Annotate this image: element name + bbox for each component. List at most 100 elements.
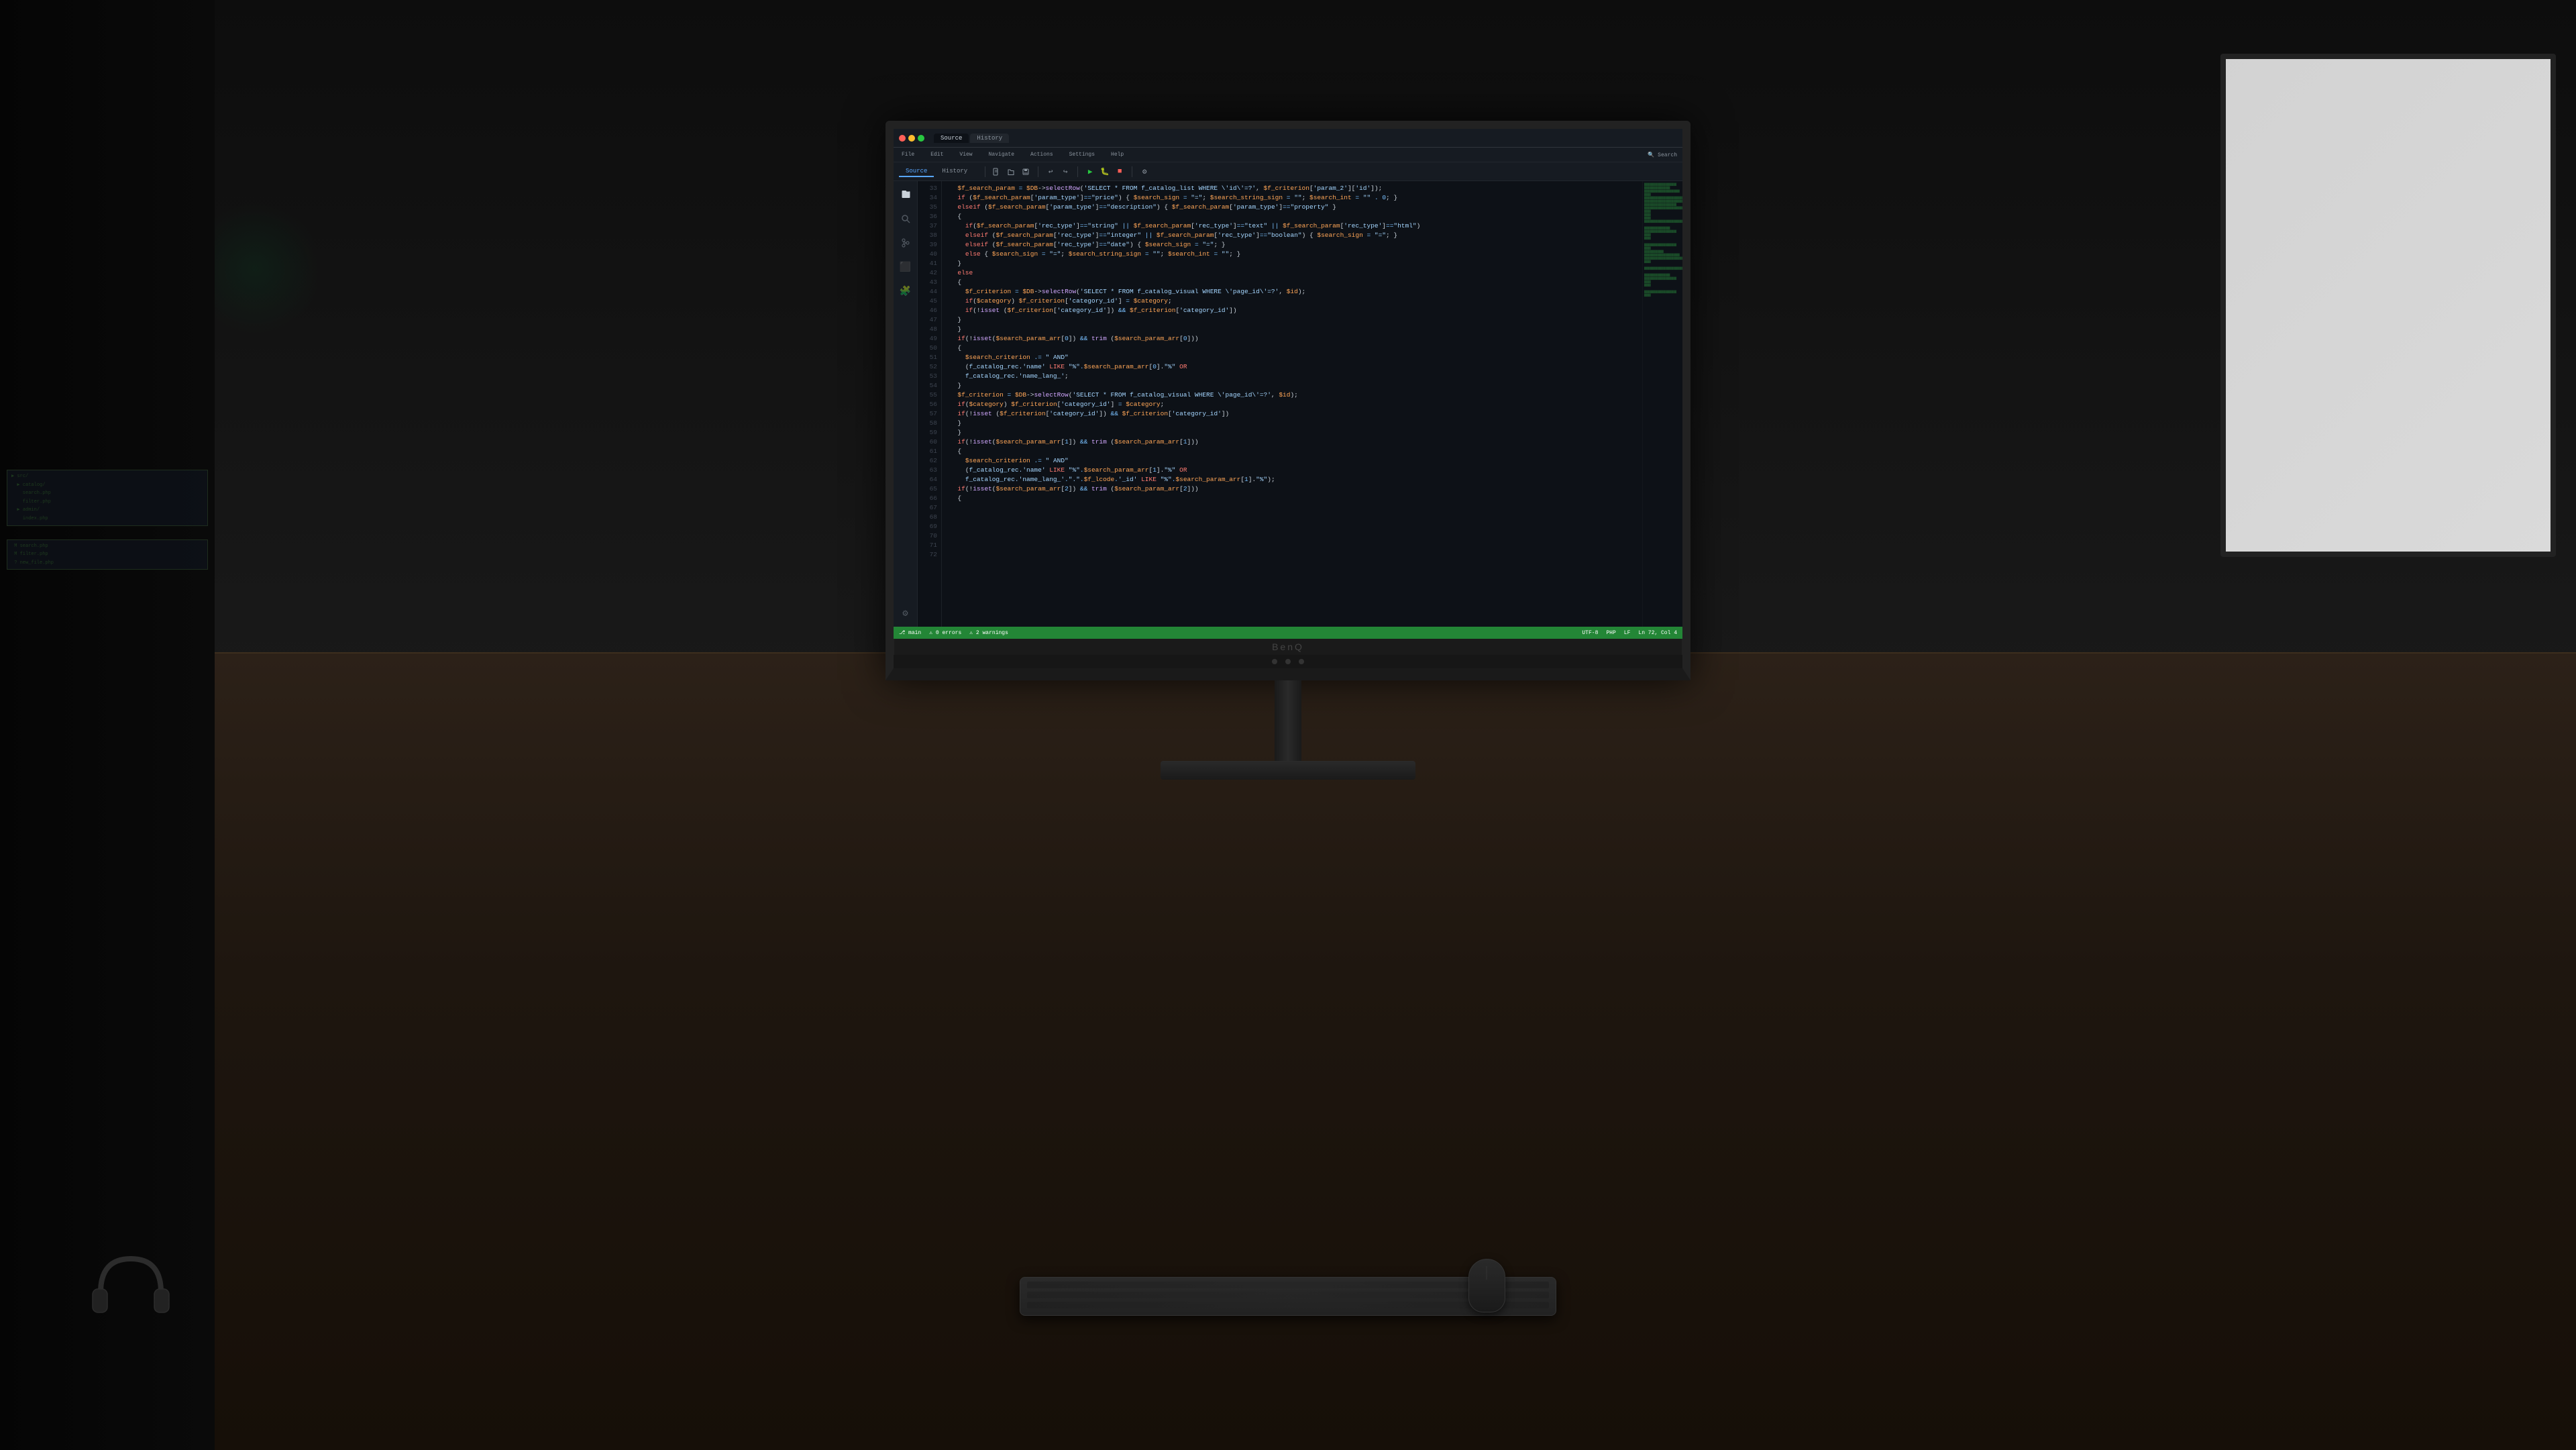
mouse — [1468, 1259, 1505, 1312]
new-file-icon[interactable] — [991, 166, 1002, 177]
line-num-43: 43 — [918, 278, 937, 287]
code-line-52: { — [950, 344, 1642, 353]
code-line-36: { — [950, 212, 1642, 221]
activity-debug-icon[interactable]: ⬛ — [898, 259, 914, 275]
menu-settings[interactable]: Settings — [1067, 152, 1097, 158]
ide-content: ⬛ 🧩 ⚙ 33 34 35 — [894, 181, 1682, 627]
secondary-monitor — [2220, 54, 2556, 557]
line-num-39: 39 — [918, 240, 937, 250]
code-line-60: if($category) $f_criterion['category_id'… — [950, 400, 1642, 409]
line-num-46: 46 — [918, 306, 937, 315]
code-line-38: elseif ($f_search_param['rec_type']=="in… — [950, 231, 1642, 240]
status-language[interactable]: PHP — [1606, 630, 1615, 636]
left-side-panel: ▶ src/ ▶ catalog/ search.php filter.php … — [0, 0, 215, 1450]
line-num-55: 55 — [918, 391, 937, 400]
monitor-button-2[interactable] — [1285, 659, 1291, 664]
code-line-69: f_catalog_rec.'name_lang_'.".".$f_lcode.… — [950, 475, 1642, 484]
run-icon[interactable]: ▶ — [1085, 166, 1095, 177]
status-warnings[interactable]: ⚠ 2 warnings — [969, 629, 1008, 636]
code-line-72: { — [950, 494, 1642, 503]
code-line-71: if(!isset($search_param_arr[2]) && trim … — [950, 484, 1642, 494]
line-num-63: 63 — [918, 466, 937, 475]
save-icon[interactable] — [1020, 166, 1031, 177]
maximize-button[interactable] — [918, 135, 924, 142]
activity-git-icon[interactable] — [898, 235, 914, 251]
stop-icon[interactable]: ■ — [1114, 166, 1125, 177]
menu-edit[interactable]: Edit — [928, 152, 946, 158]
main-monitor: Source History File Edit View Navigate A… — [885, 121, 1690, 780]
activity-extensions-icon[interactable]: 🧩 — [898, 283, 914, 299]
minimize-button[interactable] — [908, 135, 915, 142]
line-numbers: 33 34 35 36 37 38 39 40 41 42 43 — [918, 181, 942, 627]
line-num-45: 45 — [918, 297, 937, 306]
code-line-67: $search_criterion .= " AND" — [950, 456, 1642, 466]
monitor-brand-logo: BenQ — [894, 639, 1682, 655]
headphones — [87, 1245, 174, 1323]
code-area[interactable]: 33 34 35 36 37 38 39 40 41 42 43 — [918, 181, 1682, 627]
title-tabs: Source History — [934, 134, 1009, 143]
line-num-50: 50 — [918, 344, 937, 353]
line-num-62: 62 — [918, 456, 937, 466]
tab-history[interactable]: History — [970, 134, 1009, 143]
title-bar: Source History — [894, 129, 1682, 148]
settings-icon[interactable]: ⚙ — [1139, 166, 1150, 177]
code-line-66: { — [950, 447, 1642, 456]
code-line-37: if($f_search_param['rec_type']=="string"… — [950, 221, 1642, 231]
line-num-71: 71 — [918, 541, 937, 550]
toolbar-tab-history[interactable]: History — [935, 166, 974, 177]
code-line-55: f_catalog_rec.'name_lang_'; — [950, 372, 1642, 381]
open-file-icon[interactable] — [1006, 166, 1016, 177]
line-num-57: 57 — [918, 409, 937, 419]
code-line-34: if ($f_search_param['param_type']=="pric… — [950, 193, 1642, 203]
code-line-46: if($category) $f_criterion['category_id'… — [950, 297, 1642, 306]
activity-bar: ⬛ 🧩 ⚙ — [894, 181, 918, 627]
line-num-36: 36 — [918, 212, 937, 221]
status-right: UTF-8 PHP LF Ln 72, Col 4 — [1582, 630, 1677, 636]
code-line-39: elseif ($f_search_param['rec_type']=="da… — [950, 240, 1642, 250]
menu-actions[interactable]: Actions — [1028, 152, 1056, 158]
line-num-41: 41 — [918, 259, 937, 268]
file-tree-mini: ▶ src/ ▶ catalog/ search.php filter.php … — [7, 470, 208, 572]
monitor-frame: Source History File Edit View Navigate A… — [885, 121, 1690, 680]
line-num-67: 67 — [918, 503, 937, 513]
toolbar-tab-source[interactable]: Source — [899, 166, 934, 177]
status-bar: ⎇ main ⚠ 0 errors ⚠ 2 warnings UTF-8 PHP… — [894, 627, 1682, 639]
menu-view[interactable]: View — [957, 152, 975, 158]
activity-files-icon[interactable] — [898, 187, 914, 203]
status-branch[interactable]: ⎇ main — [899, 629, 921, 636]
toolbar-icons: ↩ ↪ ▶ 🐛 ■ ⚙ — [991, 166, 1150, 177]
menu-help[interactable]: Help — [1108, 152, 1126, 158]
tab-source[interactable]: Source — [934, 134, 969, 143]
monitor-screen: Source History File Edit View Navigate A… — [894, 129, 1682, 639]
code-line-40: else { $search_sign = "="; $search_strin… — [950, 250, 1642, 259]
status-eol[interactable]: LF — [1624, 630, 1631, 636]
line-num-37: 37 — [918, 221, 937, 231]
close-button[interactable] — [899, 135, 906, 142]
menu-file[interactable]: File — [899, 152, 917, 158]
activity-search-icon[interactable] — [898, 211, 914, 227]
search-everywhere[interactable]: 🔍 Search — [1648, 152, 1677, 158]
debug-icon[interactable]: 🐛 — [1099, 166, 1110, 177]
line-num-33: 33 — [918, 184, 937, 193]
status-errors[interactable]: ⚠ 0 errors — [929, 629, 961, 636]
monitor-button-1[interactable] — [1272, 659, 1277, 664]
code-line-62: } — [950, 419, 1642, 428]
monitor-button-3[interactable] — [1299, 659, 1304, 664]
line-num-38: 38 — [918, 231, 937, 240]
code-line-44: $f_criterion = $DB->selectRow('SELECT * … — [950, 287, 1642, 297]
toolbar-tabs: Source History — [899, 166, 974, 177]
status-encoding[interactable]: UTF-8 — [1582, 630, 1598, 636]
line-num-65: 65 — [918, 484, 937, 494]
code-content[interactable]: $f_search_param = $DB->selectRow('SELECT… — [942, 181, 1642, 627]
code-line-41: } — [950, 259, 1642, 268]
monitor-controls — [894, 655, 1682, 668]
minimap: ████████████████████ ████████████████ ██… — [1642, 181, 1682, 627]
redo-icon[interactable]: ↪ — [1060, 166, 1071, 177]
code-line-65: if(!isset($search_param_arr[1]) && trim … — [950, 437, 1642, 447]
menu-bar: File Edit View Navigate Actions Settings… — [894, 148, 1682, 162]
undo-icon[interactable]: ↩ — [1045, 166, 1056, 177]
monitor-stand — [885, 680, 1690, 780]
menu-navigate[interactable]: Navigate — [986, 152, 1017, 158]
line-num-34: 34 — [918, 193, 937, 203]
activity-settings-bottom-icon[interactable]: ⚙ — [898, 605, 914, 621]
